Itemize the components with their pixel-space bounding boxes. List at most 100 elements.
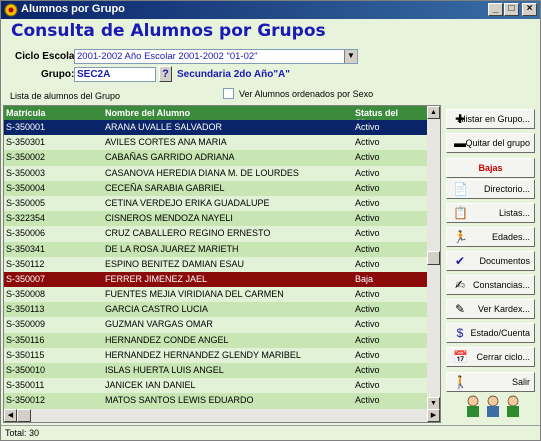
table-row[interactable]: S-350116 HERNANDEZ CONDE ANGEL Activo <box>4 332 428 348</box>
main-window: Alumnos por Grupo _ □ × Consulta de Alum… <box>0 0 541 441</box>
table-row[interactable]: S-350007 FERRER JIMENEZ JAEL Baja <box>4 271 428 288</box>
cell-matricula: S-350341 <box>6 243 46 254</box>
cell-status: Activo <box>355 304 380 315</box>
cell-status: Activo <box>355 258 380 269</box>
cell-nombre: CABAÑAS GARRIDO ADRIANA <box>105 152 235 163</box>
ver-kardex-button[interactable]: ✎ Ver Kardex... <box>446 299 535 319</box>
table-row[interactable]: S-350012 MATOS SANTOS LEWIS EDUARDO Activo <box>4 393 428 409</box>
close-button[interactable]: × <box>522 3 537 16</box>
cell-status: Activo <box>355 365 380 375</box>
table-row[interactable]: S-350005 CETINA VERDEJO ERIKA GUADALUPE Ac… <box>4 195 428 212</box>
table-row[interactable]: S-350301 AVILES CORTES ANA MARIA Activo <box>4 135 428 151</box>
cerrar-ciclo-button[interactable]: 📅 Cerrar ciclo... <box>446 347 535 367</box>
cell-matricula: S-350112 <box>6 258 45 269</box>
button-label: Salir <box>511 377 530 387</box>
minimize-button[interactable]: _ <box>488 3 503 16</box>
cell-status: Activo <box>355 167 380 178</box>
bajas-button[interactable]: Bajas <box>446 158 535 178</box>
table-row[interactable]: S-350001 ARANA UVALLE SALVADOR Activo <box>4 120 428 136</box>
table-row[interactable]: S-350004 CECEÑA SARABIA GABRIEL Activo <box>4 180 428 196</box>
cell-matricula: S-350009 <box>6 319 46 330</box>
directorio-button[interactable]: 📄 Directorio... <box>446 179 535 199</box>
column-header-nombre[interactable]: Nombre del Alumno <box>105 108 190 118</box>
horizontal-scrollbar[interactable]: ◀ ▶ <box>4 409 440 422</box>
table-row[interactable]: S-350115 HERNANDEZ HERNANDEZ GLENDY MARIB… <box>4 347 428 363</box>
ciclo-escolar-value: 2001-2002 Año Escolar 2001-2002 "01-02" <box>77 51 258 62</box>
grupo-input[interactable]: SEC2A <box>74 67 156 82</box>
alistar-en-grupo-button[interactable]: ✚ Alistar en Grupo... <box>446 109 535 129</box>
cell-status: Activo <box>355 182 380 193</box>
cell-nombre: CETINA VERDEJO ERIKA GUADALUPE <box>105 197 270 208</box>
exit-icon: 🚶 <box>453 375 468 389</box>
cell-nombre: AVILES CORTES ANA MARIA <box>105 137 227 148</box>
cell-status: Activo <box>355 152 380 163</box>
table-row[interactable]: S-350112 ESPINO BENITEZ DAMIAN ESAU Activo <box>4 256 428 272</box>
plus-icon: ✚ <box>454 112 466 126</box>
person-icon: 🏃 <box>453 230 468 244</box>
table-row[interactable]: S-350006 CRUZ CABALLERO REGINO ERNESTO Act… <box>4 226 428 242</box>
cell-status: Baja <box>355 273 374 284</box>
cell-status: Activo <box>355 289 380 300</box>
button-label: Edades... <box>491 232 530 242</box>
listas-button[interactable]: 📋 Listas... <box>446 203 535 223</box>
sort-by-sex-label: Ver Alumnos ordenados por Sexo <box>239 89 374 99</box>
scroll-left-icon[interactable]: ◀ <box>4 409 17 422</box>
cell-status: Activo <box>355 319 380 330</box>
cell-matricula: S-350001 <box>6 122 46 132</box>
cell-matricula: S-350301 <box>6 137 46 148</box>
cell-status: Activo <box>355 137 380 148</box>
ciclo-escolar-select[interactable]: 2001-2002 Año Escolar 2001-2002 "01-02" … <box>74 49 358 64</box>
vertical-scrollbar[interactable]: ▲ ▼ <box>427 106 440 410</box>
cell-nombre: ISLAS HUERTA LUIS ANGEL <box>105 365 224 375</box>
horizontal-scroll-thumb[interactable] <box>17 409 31 422</box>
table-row[interactable]: S-350002 CABAÑAS GARRIDO ADRIANA Activo <box>4 150 428 166</box>
column-header-matricula[interactable]: Matrícula <box>6 108 46 118</box>
app-icon <box>4 3 18 17</box>
title-bar: Alumnos por Grupo _ □ × <box>1 1 540 19</box>
button-label: Constancias... <box>472 280 530 290</box>
grupo-help-button[interactable]: ? <box>159 66 172 82</box>
edades-button[interactable]: 🏃 Edades... <box>446 227 535 247</box>
button-label: Documentos <box>479 256 530 266</box>
table-row[interactable]: S-350010 ISLAS HUERTA LUIS ANGEL Activo <box>4 363 428 379</box>
cell-nombre: CASANOVA HEREDIA DIANA M. DE LOURDES <box>105 167 299 178</box>
cell-status: Activo <box>355 243 380 254</box>
table-row[interactable]: S-350009 GUZMAN VARGAS OMAR Activo <box>4 317 428 333</box>
cell-matricula: S-350008 <box>6 289 46 300</box>
cell-nombre: CECEÑA SARABIA GABRIEL <box>105 182 225 193</box>
cell-matricula: S-350011 <box>6 380 45 391</box>
table-row[interactable]: S-350341 DE LA ROSA JUAREZ MARIETH Activo <box>4 241 428 257</box>
quitar-del-grupo-button[interactable]: ▬ Quitar del grupo <box>446 133 535 153</box>
button-label: Quitar del grupo <box>465 138 530 148</box>
salir-button[interactable]: 🚶 Salir <box>446 372 535 392</box>
table-row[interactable]: S-322354 CISNEROS MENDOZA NAYELI Activo <box>4 211 428 227</box>
table-body: S-350001 ARANA UVALLE SALVADOR Activo S-350… <box>4 120 428 422</box>
vertical-scroll-thumb[interactable] <box>427 251 440 265</box>
table-row[interactable]: S-350008 FUENTES MEJIA VIRIDIANA DEL CARM… <box>4 287 428 303</box>
table-header: Matrícula Nombre del Alumno Status del A… <box>4 106 428 128</box>
table-row[interactable]: S-350003 CASANOVA HEREDIA DIANA M. DE LOU… <box>4 165 428 181</box>
students-table: Matrícula Nombre del Alumno Status del A… <box>3 105 441 423</box>
table-row[interactable]: S-350113 GARCIA CASTRO LUCIA Activo <box>4 302 428 318</box>
cell-nombre: MATOS SANTOS LEWIS EDUARDO <box>105 395 254 406</box>
cell-status: Activo <box>355 380 380 391</box>
cell-status: Activo <box>355 197 380 208</box>
cell-matricula: S-350006 <box>6 228 46 239</box>
cell-nombre: FUENTES MEJIA VIRIDIANA DEL CARMEN <box>105 289 284 300</box>
chevron-down-icon[interactable]: ▼ <box>344 50 357 63</box>
constancias-button[interactable]: ✍ Constancias... <box>446 275 535 295</box>
sort-by-sex-checkbox[interactable] <box>223 88 234 99</box>
cell-status: Activo <box>355 349 380 360</box>
estado-cuenta-button[interactable]: $ Estado/Cuenta <box>446 323 535 343</box>
scroll-right-icon[interactable]: ▶ <box>427 409 440 422</box>
page-title: Consulta de Alumnos por Grupos <box>11 21 326 41</box>
documentos-button[interactable]: ✔ Documentos <box>446 251 535 271</box>
check-icon: ✔ <box>454 254 466 268</box>
table-row[interactable]: S-350011 JANICEK IAN DANIEL Activo <box>4 378 428 394</box>
grupo-label: Grupo: <box>41 69 75 80</box>
document-icon: 📄 <box>453 182 468 196</box>
cell-status: Activo <box>355 334 380 345</box>
grupo-description: Secundaria 2do Año"A" <box>177 69 291 80</box>
maximize-button[interactable]: □ <box>504 3 519 16</box>
scroll-up-icon[interactable]: ▲ <box>427 106 440 119</box>
